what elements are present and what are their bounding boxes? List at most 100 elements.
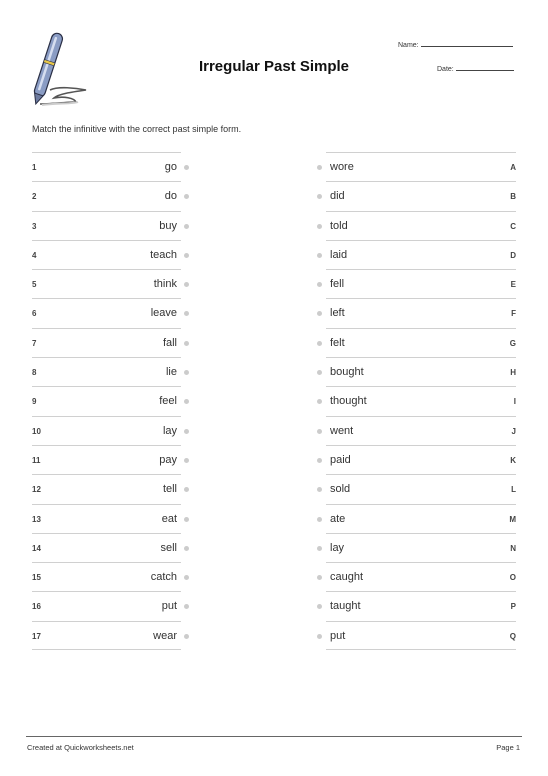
match-dot-left[interactable] <box>184 370 189 376</box>
match-dot-right[interactable] <box>317 223 322 229</box>
match-dot-left[interactable] <box>184 282 189 288</box>
item-letter: H <box>510 368 516 378</box>
infinitive-word: sell <box>160 541 177 554</box>
past-simple-row: taught P <box>317 591 516 620</box>
match-dot-right[interactable] <box>317 545 322 551</box>
match-dot-left[interactable] <box>184 487 189 493</box>
item-number: 2 <box>32 192 37 202</box>
match-dot-right[interactable] <box>317 194 322 200</box>
name-label: Name: <box>398 42 419 49</box>
item-number: 7 <box>32 338 37 348</box>
infinitive-word: eat <box>161 512 177 525</box>
match-dot-left[interactable] <box>184 633 189 639</box>
infinitive-row: 8 lie <box>32 357 189 386</box>
item-number: 14 <box>32 543 41 553</box>
infinitive-row: 12 tell <box>32 474 189 503</box>
infinitive-word: teach <box>150 248 177 261</box>
name-field[interactable]: Name: <box>398 40 513 49</box>
item-number: 16 <box>32 602 41 612</box>
match-dot-right[interactable] <box>317 370 322 376</box>
match-dot-left[interactable] <box>184 428 189 434</box>
infinitive-word: go <box>164 161 177 173</box>
match-dot-right[interactable] <box>317 487 322 493</box>
match-dot-right[interactable] <box>317 604 322 610</box>
date-field[interactable]: Date: <box>437 64 514 73</box>
match-dot-left[interactable] <box>184 194 189 200</box>
infinitive-row: 9 feel <box>32 386 189 415</box>
item-number: 15 <box>32 573 41 583</box>
infinitive-word: buy <box>159 219 177 232</box>
match-dot-right[interactable] <box>317 399 322 405</box>
past-simple-word: paid <box>330 453 351 466</box>
past-simple-row: fell E <box>317 269 516 298</box>
infinitive-word: lie <box>165 366 177 379</box>
infinitive-row: 15 catch <box>32 562 189 591</box>
past-simple-row: told C <box>317 210 516 240</box>
match-dot-left[interactable] <box>184 399 189 405</box>
past-simple-row: sold L <box>317 474 516 503</box>
past-simple-row: caught O <box>317 562 516 591</box>
infinitive-word: pay <box>159 453 177 466</box>
name-blank[interactable] <box>420 40 513 47</box>
date-blank[interactable] <box>455 64 514 71</box>
past-simple-word: felt <box>330 336 345 349</box>
match-dot-left[interactable] <box>184 457 189 463</box>
date-label: Date: <box>437 66 454 73</box>
past-simple-word: caught <box>330 571 364 584</box>
page-number: Page 1 <box>496 743 520 752</box>
item-letter: O <box>509 573 516 583</box>
item-letter: I <box>513 397 516 407</box>
match-dot-left[interactable] <box>184 311 189 317</box>
infinitive-row: 6 leave <box>32 298 189 327</box>
match-dot-right[interactable] <box>317 457 322 463</box>
infinitive-row: 17 wear <box>32 620 189 651</box>
item-number: 4 <box>32 250 37 260</box>
match-dot-right[interactable] <box>317 252 322 258</box>
infinitive-row: 11 pay <box>32 444 189 474</box>
match-dot-right[interactable] <box>317 165 322 170</box>
match-dot-left[interactable] <box>184 340 189 346</box>
infinitive-row: 1 go <box>32 152 189 181</box>
match-dot-left[interactable] <box>184 604 189 610</box>
infinitive-row: 10 lay <box>32 415 189 445</box>
match-dot-left[interactable] <box>184 165 189 170</box>
infinitive-row: 4 teach <box>32 239 189 269</box>
instructions: Match the infinitive with the correct pa… <box>32 124 242 134</box>
item-number: 8 <box>32 368 37 378</box>
match-dot-right[interactable] <box>317 282 322 288</box>
past-simple-word: wore <box>330 161 354 173</box>
infinitive-row: 5 think <box>32 269 189 298</box>
past-simple-word: taught <box>330 600 361 613</box>
past-simple-word: told <box>330 219 348 232</box>
item-number: 10 <box>32 426 41 436</box>
match-dot-left[interactable] <box>184 575 189 581</box>
match-dot-left[interactable] <box>184 516 189 522</box>
footer-divider <box>26 736 522 737</box>
match-dot-left[interactable] <box>184 252 189 258</box>
match-dot-right[interactable] <box>317 516 322 522</box>
item-letter: B <box>510 192 516 202</box>
match-dot-left[interactable] <box>184 545 189 551</box>
match-dot-right[interactable] <box>317 340 322 346</box>
infinitive-word: put <box>161 600 177 613</box>
infinitive-word: tell <box>162 483 177 496</box>
item-letter: P <box>510 602 516 612</box>
item-letter: D <box>510 250 516 260</box>
past-simple-word: laid <box>330 248 348 261</box>
infinitive-row: 14 sell <box>32 532 189 562</box>
match-dot-right[interactable] <box>317 633 322 639</box>
past-simple-word: bought <box>330 366 364 379</box>
item-number: 17 <box>32 631 41 641</box>
infinitive-row: 13 eat <box>32 503 189 533</box>
past-simple-word: ate <box>330 512 346 525</box>
match-dot-right[interactable] <box>317 575 322 581</box>
past-simple-word: put <box>330 629 346 642</box>
item-number: 13 <box>32 514 41 524</box>
item-letter: E <box>510 280 516 290</box>
item-letter: A <box>510 163 516 172</box>
match-dot-right[interactable] <box>317 428 322 434</box>
past-simple-word: went <box>330 424 354 437</box>
item-number: 3 <box>32 221 37 231</box>
match-dot-left[interactable] <box>184 223 189 229</box>
match-dot-right[interactable] <box>317 311 322 317</box>
